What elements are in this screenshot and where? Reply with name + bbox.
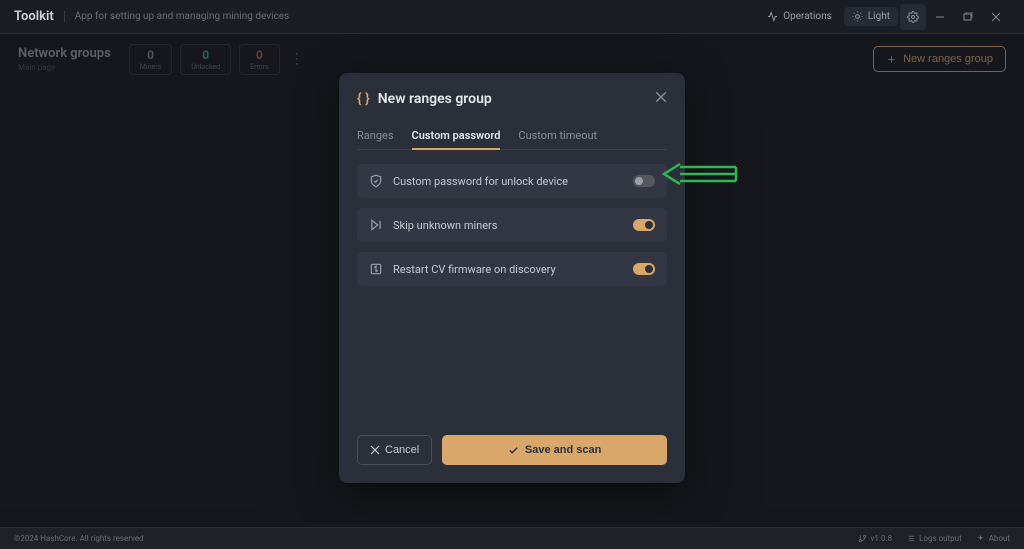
- modal-header: { } New ranges group: [357, 91, 667, 107]
- app-desc: App for setting up and managing mining d…: [64, 11, 290, 22]
- window-minimize[interactable]: [926, 4, 954, 30]
- settings-button[interactable]: [900, 4, 926, 30]
- skip-icon: [369, 218, 383, 232]
- app-title: Toolkit: [14, 9, 54, 24]
- option-skip-unknown: Skip unknown miners: [357, 208, 667, 242]
- header: Toolkit App for setting up and managing …: [0, 0, 1024, 34]
- tab-ranges[interactable]: Ranges: [357, 123, 394, 149]
- copyright: ©2024 HashCore. All rights reserved: [14, 534, 144, 543]
- restart-icon: [369, 262, 383, 276]
- branch-icon: [858, 534, 867, 543]
- save-and-scan-button[interactable]: Save and scan: [442, 435, 667, 465]
- braces-icon: { }: [357, 91, 370, 107]
- window-close[interactable]: [982, 4, 1010, 30]
- gear-icon: [907, 11, 919, 23]
- toggle-restart-firmware[interactable]: [633, 263, 655, 275]
- option-label: Skip unknown miners: [393, 219, 623, 232]
- option-custom-password: Custom password for unlock device: [357, 164, 667, 198]
- modal-actions: Cancel Save and scan: [357, 435, 667, 465]
- close-icon: [370, 445, 380, 455]
- pulse-icon: [767, 11, 778, 22]
- toggle-custom-password[interactable]: [633, 175, 655, 187]
- operations-label: Operations: [783, 11, 832, 22]
- about-button[interactable]: About: [976, 534, 1010, 543]
- tab-custom-password[interactable]: Custom password: [412, 123, 501, 150]
- cancel-label: Cancel: [385, 444, 419, 456]
- cancel-button[interactable]: Cancel: [357, 435, 432, 465]
- save-label: Save and scan: [525, 444, 601, 456]
- modal-title: New ranges group: [378, 91, 647, 107]
- operations-button[interactable]: Operations: [759, 7, 840, 26]
- minimize-icon: [935, 12, 945, 22]
- sparkle-icon: [976, 534, 985, 543]
- footer: ©2024 HashCore. All rights reserved v1.0…: [0, 527, 1024, 549]
- maximize-icon: [963, 12, 973, 22]
- logs-button[interactable]: Logs output: [906, 534, 962, 543]
- close-icon: [655, 91, 667, 103]
- modal-tabs: Ranges Custom password Custom timeout: [357, 123, 667, 150]
- option-label: Restart CV firmware on discovery: [393, 263, 623, 276]
- sun-icon: [852, 11, 863, 22]
- theme-label: Light: [868, 11, 890, 22]
- list-icon: [906, 534, 915, 543]
- check-icon: [508, 445, 519, 456]
- close-icon: [991, 12, 1001, 22]
- new-ranges-modal: { } New ranges group Ranges Custom passw…: [339, 73, 685, 483]
- window-maximize[interactable]: [954, 4, 982, 30]
- tab-custom-timeout[interactable]: Custom timeout: [518, 123, 597, 149]
- option-restart-firmware: Restart CV firmware on discovery: [357, 252, 667, 286]
- shield-icon: [369, 174, 383, 188]
- version-label[interactable]: v1.0.8: [858, 534, 893, 543]
- option-label: Custom password for unlock device: [393, 175, 623, 188]
- toggle-skip-unknown[interactable]: [633, 219, 655, 231]
- modal-close-button[interactable]: [655, 91, 667, 107]
- theme-button[interactable]: Light: [844, 7, 898, 26]
